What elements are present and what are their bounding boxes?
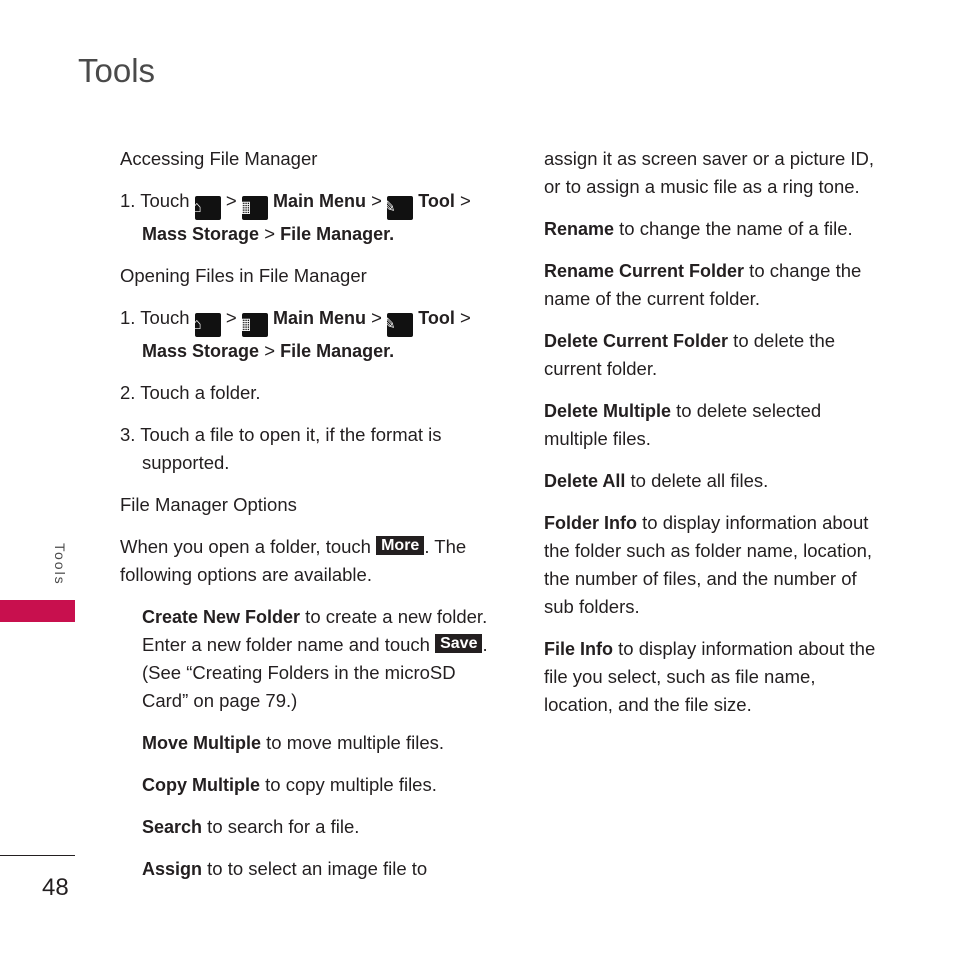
option-name: Copy Multiple xyxy=(142,775,260,795)
tool-label: Tool xyxy=(418,308,455,328)
left-column: Accessing File Manager 1. Touch ⌂ > ▦ Ma… xyxy=(120,145,490,897)
step-3: 3. Touch a file to open it, if the forma… xyxy=(120,424,442,473)
separator: > xyxy=(371,307,382,328)
intro-text: When you open a folder, touch xyxy=(120,536,371,557)
option-desc: to to select an image file to xyxy=(202,858,428,879)
separator: > xyxy=(460,307,471,328)
option-name: Rename Current Folder xyxy=(544,261,745,281)
section-heading-options: File Manager Options xyxy=(120,494,297,515)
save-button: Save xyxy=(435,634,483,653)
option-create-new-folder: Create New Folder to create a new folder… xyxy=(120,603,490,715)
option-desc: to move multiple files. xyxy=(261,732,445,753)
step-text: 1. Touch xyxy=(120,190,190,211)
home-icon: ⌂ xyxy=(192,313,221,337)
file-manager-label: File Manager. xyxy=(280,341,395,361)
option-delete-multiple: Delete Multiple to delete selected multi… xyxy=(544,397,889,453)
home-icon: ⌂ xyxy=(192,196,221,220)
separator: > xyxy=(225,190,237,211)
section-heading-accessing: Accessing File Manager xyxy=(120,148,318,169)
assign-continued: assign it as screen saver or a picture I… xyxy=(544,148,875,197)
more-button: More xyxy=(376,536,425,555)
option-name: Move Multiple xyxy=(142,733,262,753)
option-name: Rename xyxy=(544,219,615,239)
step-2: 2. Touch a folder. xyxy=(120,382,261,403)
main-menu-icon: ▦ xyxy=(236,196,268,220)
mass-storage-label: Mass Storage xyxy=(142,224,260,244)
option-rename: Rename to change the name of a file. xyxy=(544,215,889,243)
right-column: assign it as screen saver or a picture I… xyxy=(544,145,889,733)
option-copy-multiple: Copy Multiple to copy multiple files. xyxy=(120,771,490,799)
option-desc: to change the name of a file. xyxy=(614,218,853,239)
option-name: Folder Info xyxy=(544,513,637,533)
page-number: 48 xyxy=(42,874,69,901)
mass-storage-label: Mass Storage xyxy=(142,341,260,361)
side-tab-label: Tools xyxy=(52,543,68,586)
main-menu-label: Main Menu xyxy=(272,308,366,328)
option-file-info: File Info to display information about t… xyxy=(544,635,889,719)
footer-rule xyxy=(0,855,75,856)
options-intro: When you open a folder, touch More. The … xyxy=(120,533,490,589)
section-heading-opening: Opening Files in File Manager xyxy=(120,265,367,286)
option-name: Assign xyxy=(142,859,203,879)
option-delete-all: Delete All to delete all files. xyxy=(544,467,889,495)
option-move-multiple: Move Multiple to move multiple files. xyxy=(120,729,490,757)
option-rename-current-folder: Rename Current Folder to change the name… xyxy=(544,257,889,313)
step-accessing: 1. Touch ⌂ > ▦ Main Menu > ✎ Tool > Mass… xyxy=(120,187,490,248)
option-name: Delete All xyxy=(544,471,626,491)
option-folder-info: Folder Info to display information about… xyxy=(544,509,889,621)
separator: > xyxy=(264,340,275,361)
option-desc: to delete all files. xyxy=(625,470,769,491)
option-desc: to copy multiple files. xyxy=(260,774,437,795)
separator: > xyxy=(264,223,275,244)
main-menu-label: Main Menu xyxy=(272,191,366,211)
tool-label: Tool xyxy=(418,191,455,211)
step-opening: 1. Touch ⌂ > ▦ Main Menu > ✎ Tool > Mass… xyxy=(120,304,490,365)
wrench-icon: ✎ xyxy=(382,196,414,220)
option-delete-current-folder: Delete Current Folder to delete the curr… xyxy=(544,327,889,383)
option-desc: to search for a file. xyxy=(202,816,360,837)
main-menu-icon: ▦ xyxy=(236,313,268,337)
option-name: Delete Multiple xyxy=(544,401,672,421)
option-name: Search xyxy=(142,817,203,837)
wrench-icon: ✎ xyxy=(382,313,414,337)
section-tab-marker xyxy=(0,600,75,622)
option-search: Search to search for a file. xyxy=(120,813,490,841)
option-name: File Info xyxy=(544,639,613,659)
option-name: Create New Folder xyxy=(142,607,301,627)
step-text: 1. Touch xyxy=(120,307,190,328)
separator: > xyxy=(460,190,471,211)
separator: > xyxy=(225,307,237,328)
separator: > xyxy=(371,190,382,211)
option-assign: Assign to to select an image file to xyxy=(120,855,490,883)
option-name: Delete Current Folder xyxy=(544,331,729,351)
file-manager-label: File Manager. xyxy=(280,224,395,244)
page-title: Tools xyxy=(78,52,156,89)
